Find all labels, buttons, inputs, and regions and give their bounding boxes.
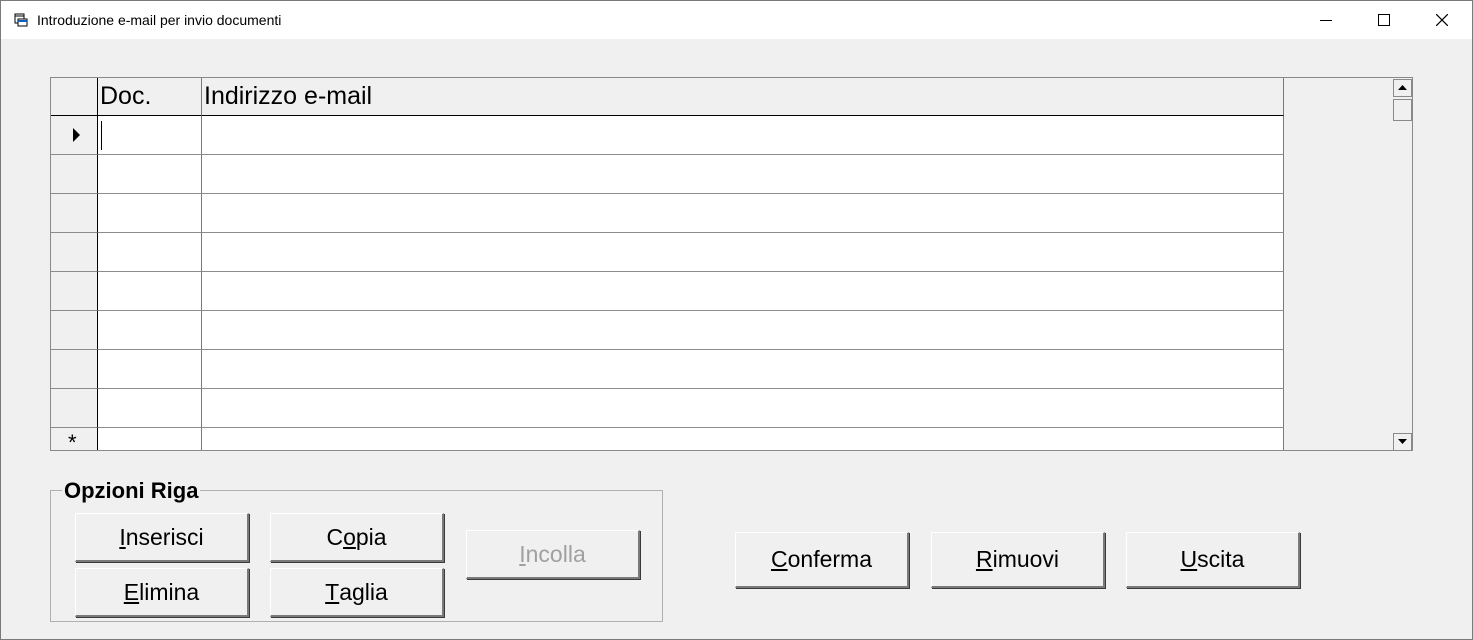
email-cell[interactable]	[202, 350, 1284, 389]
email-grid[interactable]: Doc. Indirizzo e-mail *	[50, 77, 1413, 451]
doc-cell[interactable]	[98, 389, 202, 428]
scroll-down-button[interactable]	[1393, 433, 1412, 450]
header-corner	[51, 78, 98, 116]
doc-cell[interactable]	[98, 311, 202, 350]
row-selector[interactable]	[51, 155, 98, 194]
row-selector[interactable]	[51, 389, 98, 428]
email-cell[interactable]	[202, 311, 1284, 350]
doc-cell[interactable]	[98, 116, 202, 155]
button-label-end: aglia	[339, 578, 388, 605]
row-selector[interactable]	[51, 233, 98, 272]
minimize-button[interactable]	[1297, 1, 1355, 39]
column-header-email[interactable]: Indirizzo e-mail	[202, 78, 1284, 116]
copia-button[interactable]: Co pia	[270, 513, 444, 562]
button-label-end: imuovi	[992, 546, 1060, 572]
maximize-button[interactable]	[1355, 1, 1413, 39]
minimize-icon	[1320, 20, 1332, 21]
button-label-end: scita	[1197, 546, 1245, 572]
vertical-scrollbar[interactable]	[1393, 79, 1412, 450]
new-row-star-icon: *	[68, 430, 77, 451]
taglia-button[interactable]: Taglia	[270, 568, 444, 617]
doc-cell[interactable]	[98, 233, 202, 272]
text-caret	[101, 121, 102, 150]
button-mnemonic: R	[975, 546, 993, 572]
email-cell[interactable]	[202, 194, 1284, 233]
email-cell[interactable]	[202, 155, 1284, 194]
button-mnemonic: C	[771, 546, 788, 572]
conferma-button[interactable]: Conferma	[735, 532, 909, 588]
row-selector[interactable]	[51, 272, 98, 311]
uscita-button[interactable]: Uscita	[1126, 532, 1300, 588]
button-mnemonic: U	[1180, 546, 1198, 572]
new-row-selector[interactable]: *	[51, 428, 98, 451]
button-mnemonic: E	[123, 578, 140, 605]
maximize-icon	[1378, 14, 1390, 26]
doc-cell[interactable]	[98, 155, 202, 194]
doc-cell[interactable]	[98, 194, 202, 233]
button-mnemonic: o	[343, 523, 356, 550]
email-cell[interactable]	[202, 389, 1284, 428]
button-label-end: nserisci	[125, 523, 204, 550]
doc-cell[interactable]	[98, 350, 202, 389]
button-label-end: pia	[355, 523, 387, 550]
button-mnemonic: T	[325, 578, 340, 605]
new-row-email-cell[interactable]	[202, 428, 1284, 450]
button-label-start: C	[326, 523, 344, 550]
row-selector[interactable]	[51, 116, 98, 155]
current-row-arrow-icon	[73, 128, 80, 142]
button-label-end: limina	[139, 578, 200, 605]
row-selector[interactable]	[51, 194, 98, 233]
new-row-doc-cell[interactable]	[98, 428, 202, 450]
elimina-button[interactable]: Elimina	[75, 568, 249, 617]
title-bar: Introduzione e-mail per invio documenti	[1, 1, 1472, 39]
window-title: Introduzione e-mail per invio documenti	[37, 12, 282, 28]
column-header-doc[interactable]: Doc.	[98, 78, 202, 116]
incolla-button[interactable]: Incolla	[466, 530, 640, 579]
scroll-thumb[interactable]	[1393, 99, 1412, 121]
scroll-down-icon	[1398, 439, 1407, 444]
grid-body: Doc. Indirizzo e-mail *	[51, 78, 1284, 450]
doc-cell[interactable]	[98, 272, 202, 311]
scroll-up-icon	[1398, 85, 1407, 90]
close-icon	[1436, 14, 1448, 26]
row-options-label: Opzioni Riga	[62, 478, 201, 504]
scroll-up-button[interactable]	[1393, 79, 1412, 97]
button-label-end: onferma	[787, 546, 872, 572]
email-cell[interactable]	[202, 272, 1284, 311]
dialog-window: Introduzione e-mail per invio documenti …	[0, 0, 1473, 640]
inserisci-button[interactable]: Inserisci	[75, 513, 249, 562]
app-icon	[14, 13, 28, 27]
button-label-end: ncolla	[525, 540, 586, 567]
rimuovi-button[interactable]: Rimuovi	[931, 532, 1105, 588]
row-selector[interactable]	[51, 350, 98, 389]
close-button[interactable]	[1413, 1, 1471, 39]
email-cell[interactable]	[202, 116, 1284, 155]
email-cell[interactable]	[202, 233, 1284, 272]
row-selector[interactable]	[51, 311, 98, 350]
